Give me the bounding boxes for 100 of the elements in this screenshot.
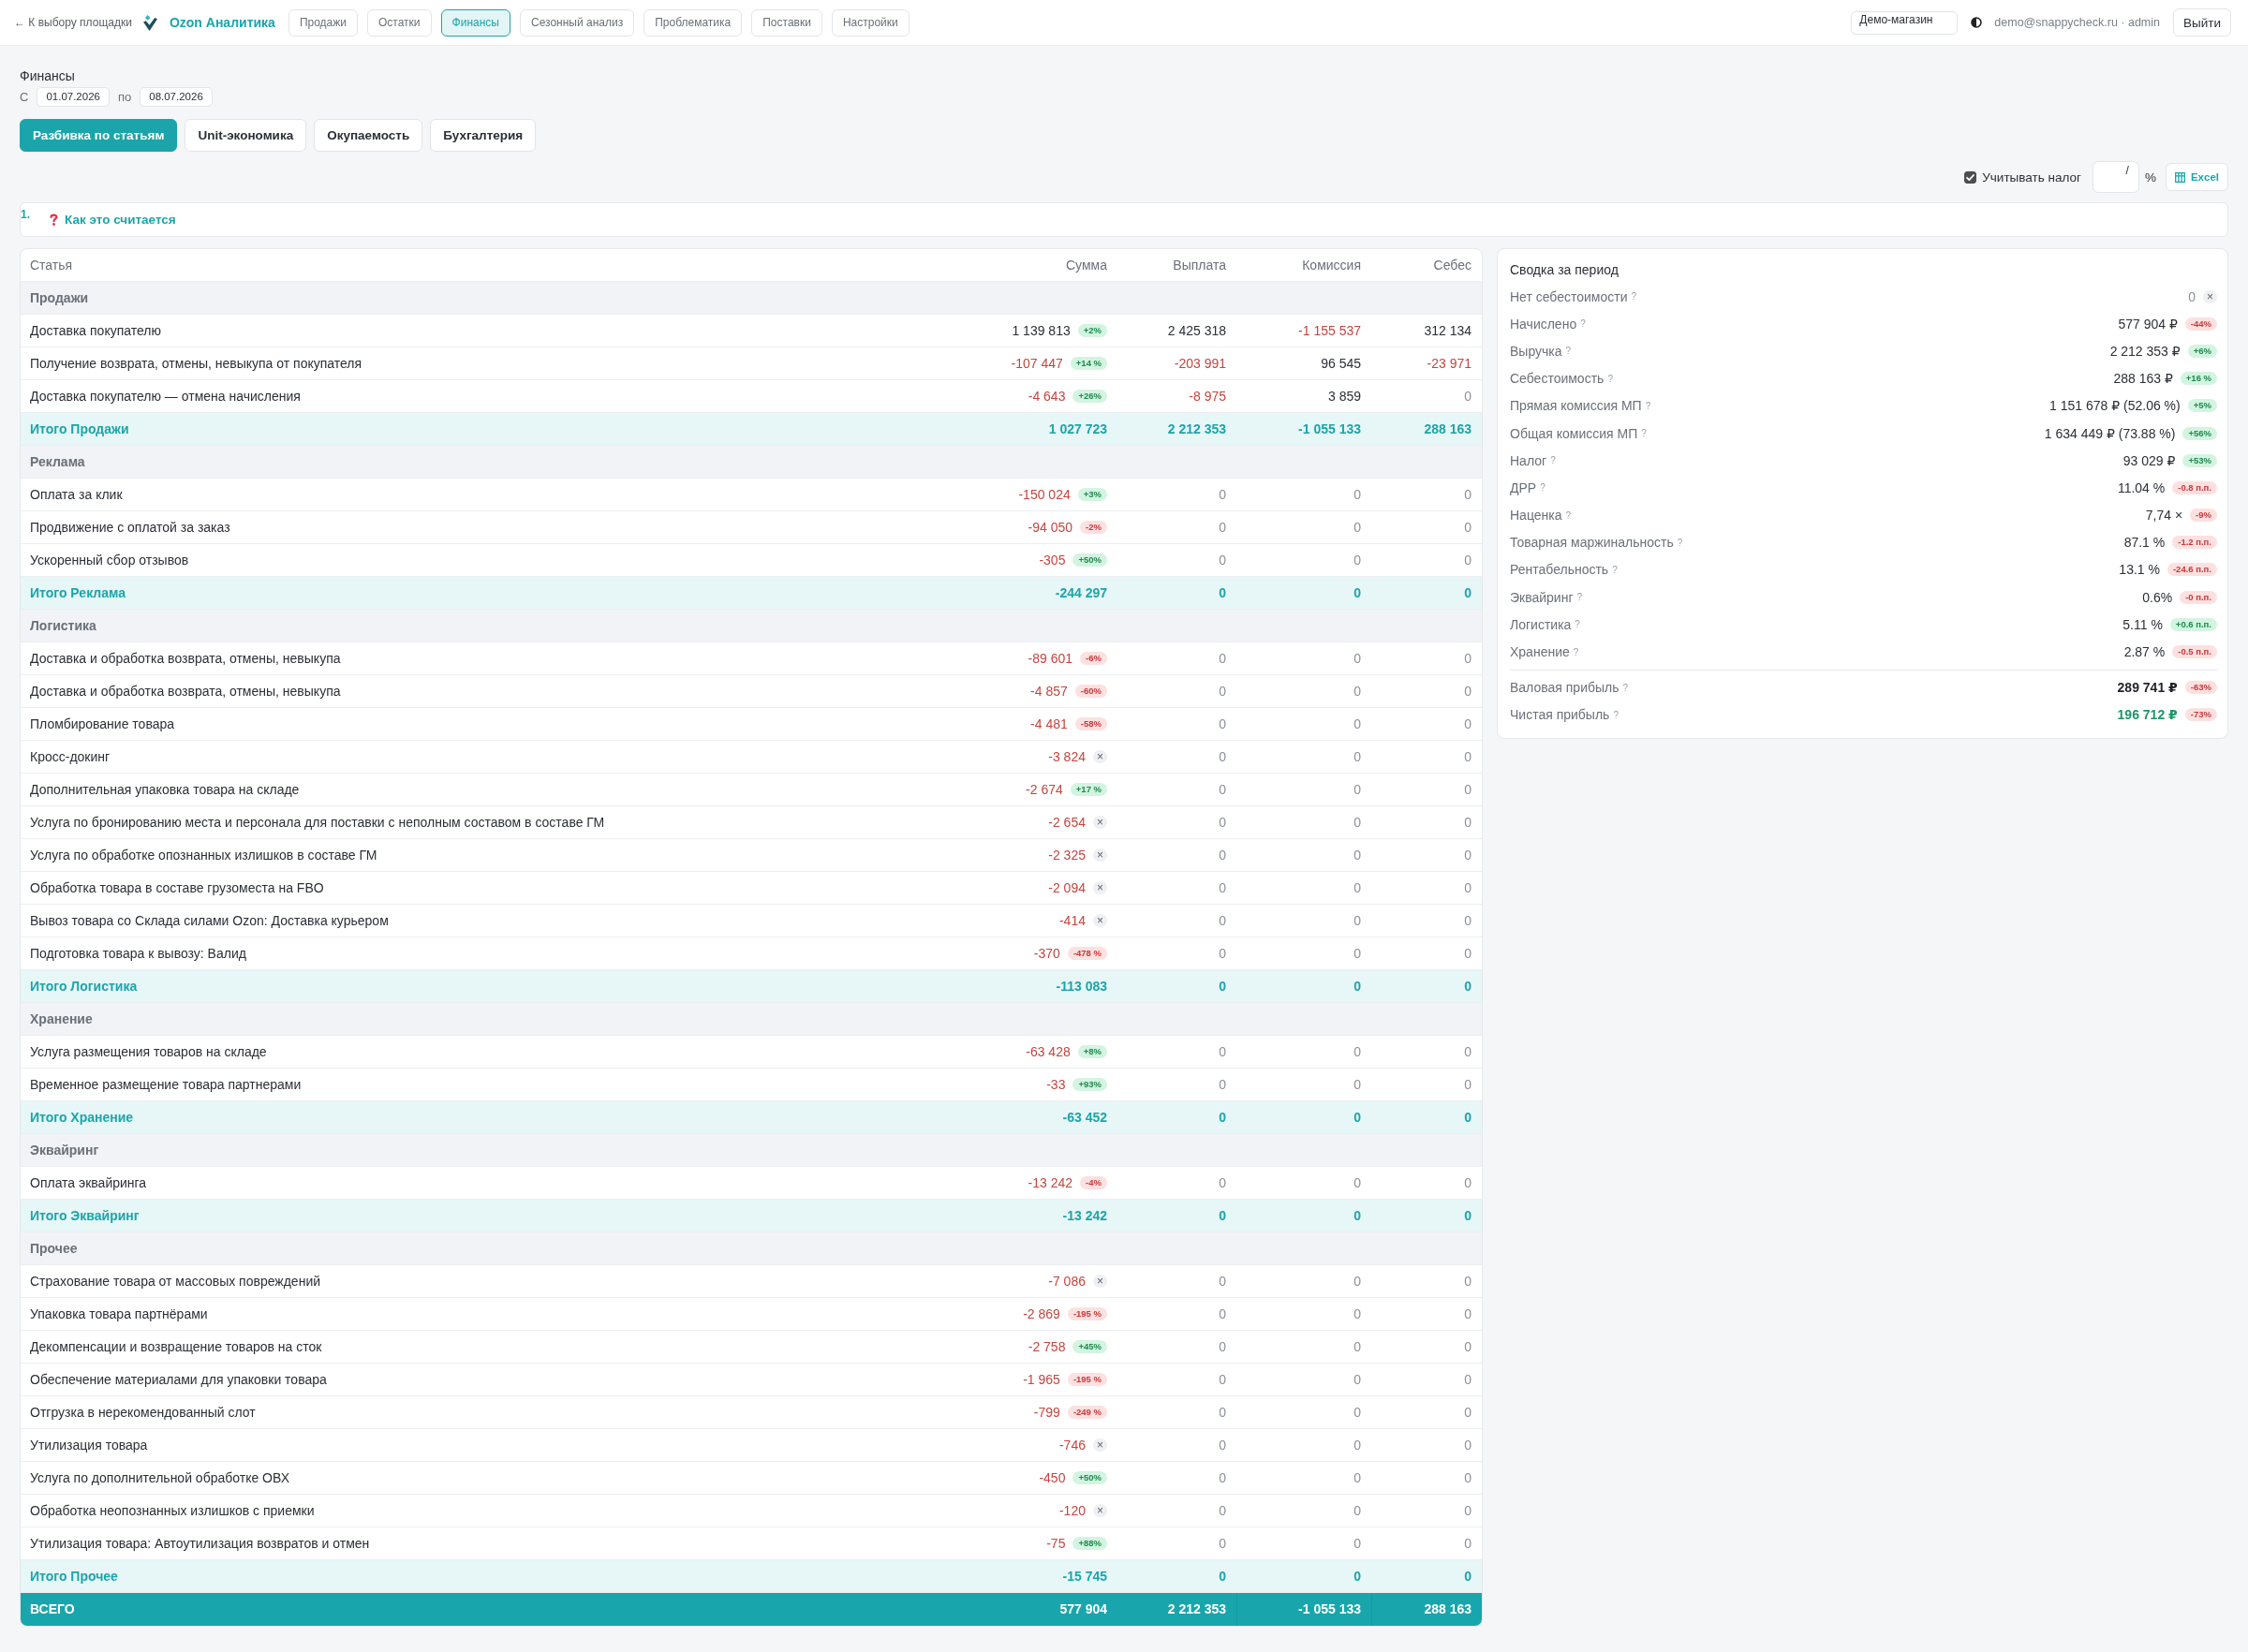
date-field[interactable]: 01.07.2026 [37, 87, 110, 107]
nav-tab[interactable]: Продажи [288, 8, 358, 37]
table-cell-text: 0 [1353, 946, 1362, 961]
store-select[interactable]: Демо-магазин [1851, 10, 1959, 35]
contrast-icon[interactable] [1971, 17, 1983, 28]
nav-tab[interactable]: Проблематика [643, 8, 743, 37]
help-mark[interactable]: ? [1565, 509, 1572, 521]
table-cell: -2 869 [1023, 1306, 1060, 1321]
table-cell-text: 0 [1353, 880, 1362, 895]
change-badge: -2% [1080, 521, 1107, 534]
help-mark[interactable]: ? [1612, 564, 1618, 575]
table-cell-text: 312 134 [1423, 323, 1472, 338]
table-cell-text: 0 [1353, 1274, 1362, 1289]
nav-tab[interactable]: Финансы [440, 8, 510, 37]
change-badge: +93% [1072, 1078, 1107, 1091]
table-cell-text: Услуга размещения товаров на складе [29, 1044, 268, 1059]
metric-value: 2 212 353 ₽ [2109, 343, 2181, 359]
column-header: Сумма [1065, 258, 1108, 273]
metric-value: 288 163 ₽ [2113, 371, 2173, 387]
how-it-works-link[interactable]: Как это считается [50, 213, 176, 227]
table-cell-text: 0 [1463, 880, 1472, 895]
help-mark[interactable]: ? [1575, 619, 1580, 630]
change-badge: -9% [2190, 509, 2217, 523]
metric-label: Чистая прибыль [1510, 707, 1610, 723]
section-header: Реклама [21, 446, 1482, 479]
table-cell: -2 654 [1048, 815, 1086, 830]
list-number: 1. [21, 208, 30, 221]
date-field[interactable]: 08.07.2026 [140, 87, 213, 107]
table-cell-text: -1 155 537 [1297, 323, 1362, 338]
table-cell-text: Ускоренный сбор отзывов [29, 553, 190, 568]
view-tab[interactable]: Окупаемость [314, 119, 423, 152]
change-badge: × [1093, 750, 1107, 763]
excel-button[interactable]: Excel [2165, 163, 2228, 191]
table-cell-text: 96 545 [1320, 356, 1362, 371]
section-header: Хранение [21, 1003, 1482, 1036]
table-cell-text: Кросс-докинг [29, 749, 111, 764]
table-cell-text: 0 [1218, 815, 1227, 830]
metric-value: 0.6% [2142, 589, 2173, 605]
logout-button[interactable]: Выйти [2173, 8, 2231, 37]
help-mark[interactable]: ? [1641, 428, 1647, 439]
metric-value: 0 [2188, 288, 2196, 304]
help-mark[interactable]: ? [1645, 400, 1651, 411]
nav-tab[interactable]: Поставки [751, 8, 822, 37]
help-mark[interactable]: ? [1540, 482, 1546, 494]
total-cell-text: 0 [1463, 1110, 1472, 1125]
change-badge: -58% [1074, 717, 1107, 730]
help-mark[interactable]: ? [1576, 592, 1583, 603]
change-badge: +50% [1072, 553, 1107, 567]
table-cell-text: 0 [1463, 651, 1472, 666]
table-cell-text: Утилизация товара [29, 1438, 149, 1453]
table-cell-text: 0 [1218, 1405, 1227, 1420]
help-mark[interactable]: ? [1580, 318, 1586, 330]
nav-tab[interactable]: Сезонный анализ [519, 8, 635, 37]
table-cell-text: Доставка покупателю — отмена начисления [29, 389, 302, 404]
help-mark[interactable]: ? [1565, 346, 1572, 357]
total-cell-text: -244 297 [1054, 585, 1108, 600]
total-cell-text: 0 [1353, 1569, 1362, 1584]
section-header: Логистика [21, 610, 1482, 642]
table-cell: -3 824 [1048, 749, 1086, 764]
total-label: Итого Логистика [29, 979, 139, 994]
nav-tab[interactable]: Настройки [831, 8, 910, 37]
metric-label: Эквайринг [1510, 589, 1574, 605]
view-tab[interactable]: Разбивка по статьям [20, 119, 178, 152]
change-badge: × [1093, 914, 1107, 927]
tax-checkbox[interactable] [1964, 170, 1977, 184]
back-link[interactable]: ← К выбору площадки [14, 16, 132, 29]
table-cell: -107 447 [1011, 356, 1063, 371]
table-cell-text: 0 [1463, 848, 1472, 863]
total-cell-text: 2 212 353 [1166, 1600, 1227, 1618]
change-badge: -63% [2184, 681, 2217, 695]
change-badge: -1.2 п.п. [2172, 536, 2217, 550]
table-cell-text: Пломбирование товара [29, 716, 176, 731]
view-tab[interactable]: Бухгалтерия [430, 119, 537, 152]
table-cell-text: 0 [1218, 880, 1227, 895]
nav-tab[interactable]: Остатки [367, 8, 432, 37]
table-cell-text: 0 [1353, 1503, 1362, 1518]
view-tab[interactable]: Unit-экономика [185, 119, 307, 152]
help-mark[interactable]: ? [1677, 537, 1683, 548]
help-mark[interactable]: ? [1573, 646, 1579, 657]
table-cell-text: -203 991 [1173, 356, 1227, 371]
change-badge: -6% [1080, 652, 1107, 665]
help-mark[interactable]: ? [1607, 373, 1613, 384]
help-mark[interactable]: ? [1622, 682, 1629, 693]
logo-icon [142, 14, 157, 31]
change-badge: × [1093, 816, 1107, 829]
help-mark[interactable]: ? [1550, 455, 1556, 466]
help-mark[interactable]: ? [1613, 709, 1619, 720]
change-badge: +6% [2187, 344, 2217, 358]
table-cell-text: 0 [1463, 684, 1472, 699]
change-badge: +50% [1072, 1471, 1107, 1484]
table-cell-text: 0 [1353, 1536, 1362, 1551]
table-cell-text: 0 [1463, 1438, 1472, 1453]
help-mark[interactable]: ? [1631, 291, 1637, 302]
checkbox-label[interactable]: Учитывать налог [1982, 170, 2081, 184]
tax-rate-field[interactable]: / [2092, 161, 2139, 193]
change-badge: -44% [2184, 317, 2217, 331]
change-badge: × [1093, 1275, 1107, 1288]
table-cell: -89 601 [1028, 651, 1073, 666]
table-cell-text: 0 [1463, 1175, 1472, 1190]
table-cell-text: 0 [1463, 815, 1472, 830]
